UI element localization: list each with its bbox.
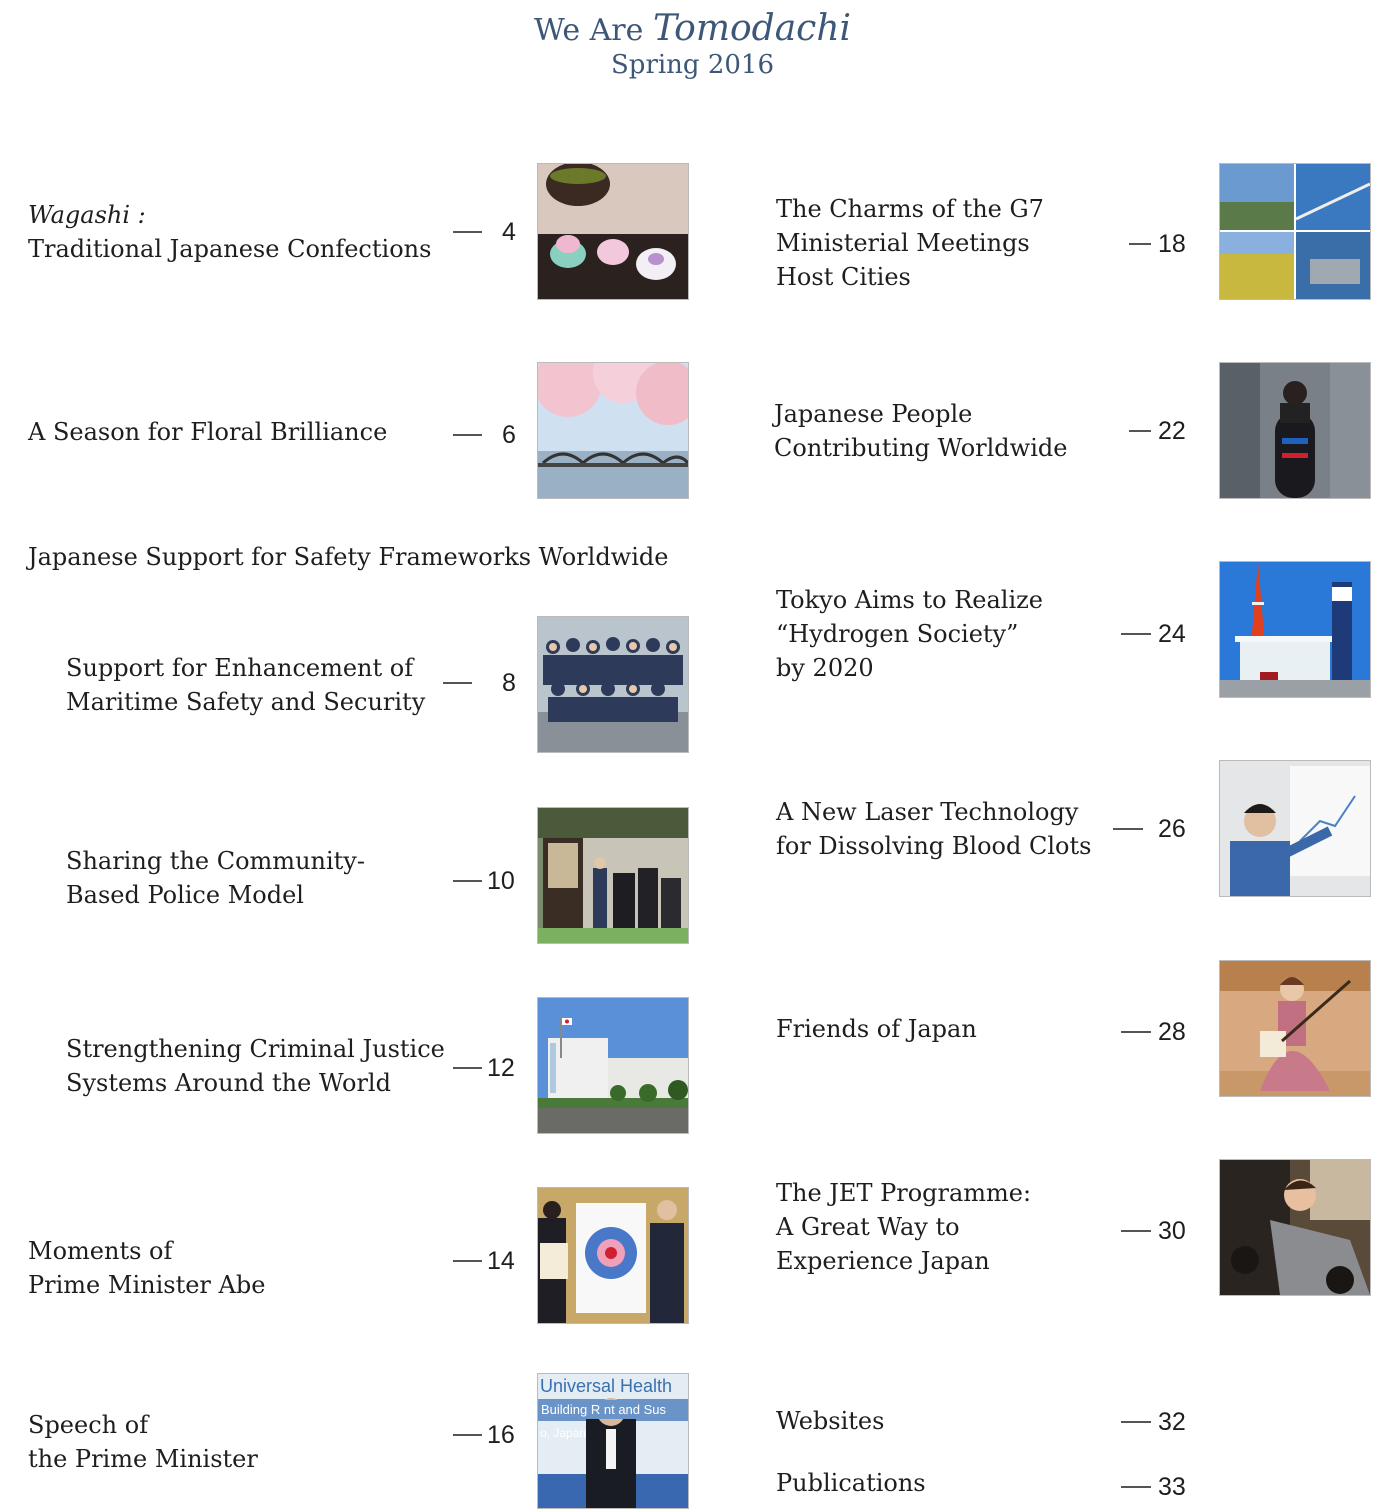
toc-entry-moments[interactable]: Moments of Prime Minister Abe [28, 1234, 265, 1302]
tokyo-tower-hydrogen-station-photo[interactable] [1219, 561, 1371, 698]
banner-location: o, Japan [540, 1426, 587, 1440]
entry-title-line1: Strengthening Criminal Justice [66, 1035, 445, 1063]
entry-title-line2: A Great Way to [776, 1213, 960, 1241]
dash-divider [1129, 430, 1151, 432]
entry-title-line1: Moments of [28, 1237, 173, 1265]
toc-entry-police[interactable]: Sharing the Community- Based Police Mode… [66, 844, 365, 912]
dash-divider [453, 880, 482, 882]
prime-minister-speech-photo[interactable]: Universal Health Building R nt and Sus o… [537, 1373, 689, 1509]
entry-title-line2: Based Police Model [66, 881, 304, 909]
toc-entry-maritime[interactable]: Support for Enhancement of Maritime Safe… [66, 651, 425, 719]
toc-entry-speech[interactable]: Speech of the Prime Minister [28, 1408, 258, 1476]
laser-researcher-photo[interactable] [1219, 760, 1371, 897]
toc-entry-jet[interactable]: The JET Programme: A Great Way to Experi… [776, 1176, 1031, 1278]
toc-entry-floral[interactable]: A Season for Floral Brilliance [28, 415, 387, 449]
entry-title-line1: A New Laser Technology [776, 798, 1079, 826]
entry-title-line3: Experience Japan [776, 1247, 990, 1275]
entry-title-line2: for Dissolving Blood Clots [776, 832, 1092, 860]
koban-police-photo[interactable] [537, 807, 689, 944]
dash-divider [453, 1434, 482, 1436]
entry-title: Traditional Japanese Confections [28, 235, 432, 263]
entry-title-line1: Sharing the Community- [66, 847, 365, 875]
bobsleigh-photo[interactable] [1219, 362, 1371, 499]
toc-entry-justice[interactable]: Strengthening Criminal Justice Systems A… [66, 1032, 445, 1100]
entry-title-line1: Speech of [28, 1411, 149, 1439]
banner-text: Universal Health [540, 1376, 673, 1396]
entry-title-line2: the Prime Minister [28, 1445, 258, 1473]
entry-title: Friends of Japan [776, 1015, 977, 1043]
magazine-title: We Are Tomodachi [0, 8, 1385, 49]
dash-divider [453, 231, 482, 233]
entry-title-line2: Contributing Worldwide [774, 434, 1068, 462]
shamisen-player-photo[interactable] [1219, 960, 1371, 1097]
dash-divider [453, 1067, 482, 1069]
section-heading: Japanese Support for Safety Frameworks W… [28, 543, 669, 571]
page-number[interactable]: 28 [1158, 1018, 1186, 1047]
wagashi-photo[interactable] [537, 163, 689, 300]
toc-entry-laser[interactable]: A New Laser Technology for Dissolving Bl… [776, 795, 1091, 863]
dash-divider [1113, 828, 1143, 830]
entry-title-line3: Host Cities [776, 263, 911, 291]
cherry-blossom-bridge-photo[interactable] [537, 362, 689, 499]
dash-divider [1121, 1031, 1151, 1033]
entry-title-line2: Ministerial Meetings [776, 229, 1030, 257]
dash-divider [1129, 243, 1151, 245]
toc-entry-friends[interactable]: Friends of Japan [776, 1012, 977, 1046]
maritime-group-photo[interactable] [537, 616, 689, 753]
page-number[interactable]: 8 [502, 669, 516, 698]
dash-divider [1121, 1421, 1151, 1423]
dash-divider [1121, 1230, 1151, 1232]
entry-title-line1: The Charms of the G7 [776, 195, 1044, 223]
banner-subtext: Building R nt and Sus [538, 1400, 688, 1419]
entry-title: A Season for Floral Brilliance [28, 418, 388, 446]
toc-entry-g7[interactable]: The Charms of the G7 Ministerial Meeting… [776, 192, 1044, 294]
toc-entry-people[interactable]: Japanese People Contributing Worldwide [774, 397, 1067, 465]
title-italic: Tomodachi [652, 8, 852, 49]
page-number[interactable]: 10 [487, 867, 515, 896]
dash-divider [1121, 1486, 1151, 1488]
page-number[interactable]: 32 [1158, 1408, 1186, 1437]
page-number[interactable]: 18 [1158, 230, 1186, 259]
page-number[interactable]: 30 [1158, 1217, 1186, 1246]
entry-title-line1: Japanese People [774, 400, 973, 428]
entry-title-line1: The JET Programme: [776, 1179, 1032, 1207]
dash-divider [1121, 633, 1151, 635]
page-number[interactable]: 14 [487, 1247, 515, 1276]
page-number[interactable]: 16 [487, 1421, 515, 1450]
page-number[interactable]: 26 [1158, 815, 1186, 844]
entry-title-line2: Systems Around the World [66, 1069, 391, 1097]
page-number[interactable]: 4 [502, 218, 516, 247]
dash-divider [453, 1260, 482, 1262]
entry-title-line2: “Hydrogen Society” [776, 620, 1019, 648]
toc-entry-hydrogen[interactable]: Tokyo Aims to Realize “Hydrogen Society”… [776, 583, 1043, 685]
toc-entry-wagashi[interactable]: Wagashi : Traditional Japanese Confectio… [28, 198, 431, 266]
entry-title-line1: Tokyo Aims to Realize [776, 586, 1043, 614]
page-number[interactable]: 33 [1158, 1473, 1186, 1502]
dash-divider [453, 434, 482, 436]
page-number[interactable]: 22 [1158, 417, 1186, 446]
toc-entry-publications[interactable]: Publications [776, 1466, 926, 1500]
title-prefix: We Are [533, 13, 644, 48]
entry-title-line1: Support for Enhancement of [66, 654, 414, 682]
toc-entry-websites[interactable]: Websites [776, 1404, 884, 1438]
entry-title-line2: Maritime Safety and Security [66, 688, 426, 716]
page-number[interactable]: 24 [1158, 620, 1186, 649]
page-number[interactable]: 6 [502, 421, 516, 450]
entry-title-line3: by 2020 [776, 654, 874, 682]
jet-teacher-photo[interactable] [1219, 1159, 1371, 1296]
dash-divider [443, 682, 472, 684]
issue-date: Spring 2016 [610, 50, 775, 80]
page-number[interactable]: 12 [487, 1054, 515, 1083]
prime-minister-emblem-photo[interactable] [537, 1187, 689, 1324]
g7-cities-collage[interactable] [1219, 163, 1371, 300]
entry-title-line2: Prime Minister Abe [28, 1271, 266, 1299]
entry-title: Publications [776, 1469, 926, 1497]
justice-building-photo[interactable] [537, 997, 689, 1134]
entry-title-italic: Wagashi : [28, 201, 146, 229]
entry-title: Websites [776, 1407, 885, 1435]
